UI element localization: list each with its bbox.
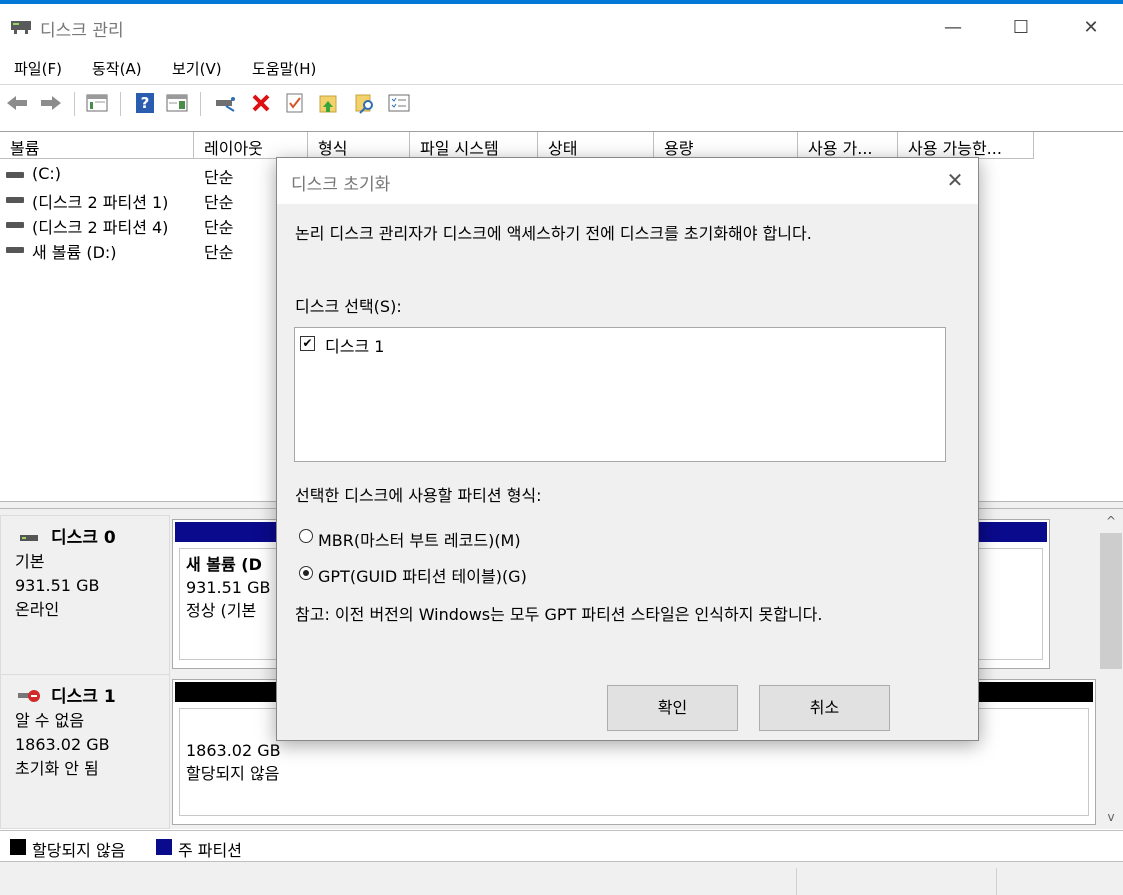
help-icon[interactable]: ? xyxy=(134,92,156,114)
menu-view[interactable]: 보기(V) xyxy=(172,58,222,79)
dialog-title: 디스크 초기화 xyxy=(291,175,391,195)
maximize-button[interactable]: ☐ xyxy=(998,8,1044,48)
disk-0-status: 온라인 xyxy=(15,600,60,619)
menu-help[interactable]: 도움말(H) xyxy=(252,58,316,79)
gpt-option-label[interactable]: GPT(GUID 파티션 테이블)(G) xyxy=(318,563,527,587)
legend-bar: 할당되지 않음 주 파티션 xyxy=(0,830,1123,862)
status-bar xyxy=(0,862,1123,895)
disk-management-app-icon xyxy=(11,21,31,34)
gpt-compatibility-note: 참고: 이전 버전의 Windows는 모두 GPT 파티션 스타일은 인식하지… xyxy=(295,605,823,624)
console-tree-icon[interactable] xyxy=(86,92,108,114)
volume-row[interactable]: (디스크 2 파티션 1) 단순 xyxy=(0,187,280,212)
volume-name: (디스크 2 파티션 4) xyxy=(32,218,169,237)
disk-0-size: 931.51 GB xyxy=(15,576,100,595)
volume-layout: 단순 xyxy=(204,243,234,262)
legend-unallocated-label: 할당되지 않음 xyxy=(32,841,126,860)
dialog-intro-text: 논리 디스크 관리자가 디스크에 액세스하기 전에 디스크를 초기화해야 합니다… xyxy=(295,224,812,243)
menu-divider xyxy=(0,84,1123,85)
volume-name: 새 볼륨 (D:) xyxy=(32,243,117,262)
disk-0-label[interactable]: 디스크 0 기본 931.51 GB 온라인 xyxy=(0,515,170,675)
connect-drive-icon[interactable] xyxy=(214,92,236,114)
mbr-option-label[interactable]: MBR(마스터 부트 레코드)(M) xyxy=(318,527,521,551)
toolbar-separator xyxy=(120,92,121,116)
drive-icon xyxy=(6,197,24,203)
gpt-radio-button[interactable] xyxy=(299,566,313,580)
delete-icon[interactable] xyxy=(250,92,272,114)
volume-row[interactable]: (C:) 단순 xyxy=(0,162,280,187)
window-title: 디스크 관리 xyxy=(40,21,124,41)
mbr-radio-button[interactable] xyxy=(299,529,313,543)
status-divider xyxy=(996,868,997,895)
partition-size: 1863.02 GB xyxy=(186,741,281,760)
minimize-button[interactable]: — xyxy=(930,8,976,48)
ok-button[interactable]: 확인 xyxy=(607,685,738,731)
disk-1-type: 알 수 없음 xyxy=(15,711,85,730)
volume-name: (디스크 2 파티션 1) xyxy=(32,193,169,212)
status-divider xyxy=(796,868,797,895)
disk-0-type: 기본 xyxy=(15,552,45,571)
disk-error-icon xyxy=(18,690,40,702)
disk-1-name: 디스크 1 xyxy=(51,687,116,707)
volume-row[interactable]: 새 볼륨 (D:) 단순 xyxy=(0,237,280,262)
forward-arrow-icon[interactable] xyxy=(40,92,62,114)
volume-name: (C:) xyxy=(32,164,62,183)
menu-action[interactable]: 동작(A) xyxy=(92,58,142,79)
volume-layout: 단순 xyxy=(204,168,234,187)
disk-1-status: 초기화 안 됨 xyxy=(15,759,99,778)
legend-primary-label: 주 파티션 xyxy=(178,841,242,860)
drive-icon xyxy=(6,172,24,178)
cancel-button[interactable]: 취소 xyxy=(759,685,890,731)
dialog-close-button[interactable]: ✕ xyxy=(941,166,969,194)
toolbar-separator xyxy=(200,92,201,116)
initialize-disk-dialog: 디스크 초기화 ✕ 논리 디스크 관리자가 디스크에 액세스하기 전에 디스크를… xyxy=(276,157,979,741)
column-header-type[interactable]: 형식 xyxy=(308,132,410,159)
menu-bar: 파일(F) 동작(A) 보기(V) 도움말(H) xyxy=(0,52,1123,82)
volume-layout: 단순 xyxy=(204,193,234,212)
column-header-capacity[interactable]: 용량 xyxy=(654,132,798,159)
disk-0-name-row: 디스크 0 xyxy=(15,526,169,550)
disk-1-checkbox[interactable]: ✔ xyxy=(300,336,315,351)
column-header-percent-free[interactable]: 사용 가능한... xyxy=(898,132,1034,159)
select-disk-label: 디스크 선택(S): xyxy=(295,297,402,316)
back-arrow-icon[interactable] xyxy=(6,92,28,114)
column-header-free-space[interactable]: 사용 가... xyxy=(798,132,898,159)
volume-layout: 단순 xyxy=(204,218,234,237)
close-button[interactable]: ✕ xyxy=(1068,8,1114,48)
dialog-title-bar: 디스크 초기화 ✕ xyxy=(277,158,978,204)
disk-icon xyxy=(20,535,38,541)
scrollbar-thumb[interactable] xyxy=(1100,533,1122,669)
svg-text:?: ? xyxy=(141,94,150,112)
folder-search-icon[interactable] xyxy=(354,92,376,114)
disk-select-list[interactable]: ✔ 디스크 1 xyxy=(294,327,946,462)
disk-1-size: 1863.02 GB xyxy=(15,735,110,754)
show-pane-icon[interactable] xyxy=(166,92,188,114)
list-view-icon[interactable] xyxy=(388,92,410,114)
column-header-layout[interactable]: 레이아웃 xyxy=(194,132,308,159)
drive-icon xyxy=(6,222,24,228)
drive-icon xyxy=(6,247,24,253)
scroll-down-arrow-icon[interactable]: v xyxy=(1099,807,1123,827)
column-header-file-system[interactable]: 파일 시스템 xyxy=(410,132,538,159)
vertical-scrollbar[interactable]: ^ v xyxy=(1099,509,1123,829)
column-header-volume[interactable]: 볼륨 xyxy=(0,132,194,159)
legend-unallocated-swatch xyxy=(10,839,26,855)
scroll-up-arrow-icon[interactable]: ^ xyxy=(1099,511,1123,531)
title-bar: 디스크 관리 — ☐ ✕ xyxy=(0,4,1123,48)
column-header-status[interactable]: 상태 xyxy=(538,132,654,159)
toolbar: ? xyxy=(0,86,1123,120)
volume-row[interactable]: (디스크 2 파티션 4) 단순 xyxy=(0,212,280,237)
menu-file[interactable]: 파일(F) xyxy=(14,58,62,79)
disk-0-name: 디스크 0 xyxy=(51,528,116,548)
toolbar-separator xyxy=(74,92,75,116)
properties-icon[interactable] xyxy=(284,92,306,114)
disk-1-checkbox-label[interactable]: 디스크 1 xyxy=(325,333,384,357)
disk-1-label[interactable]: 디스크 1 알 수 없음 1863.02 GB 초기화 안 됨 xyxy=(0,674,170,829)
partition-status: 할당되지 않음 xyxy=(186,764,280,783)
folder-up-icon[interactable] xyxy=(318,92,340,114)
legend-primary-swatch xyxy=(156,839,172,855)
partition-style-label: 선택한 디스크에 사용할 파티션 형식: xyxy=(295,486,542,505)
disk-1-name-row: 디스크 1 xyxy=(15,685,169,709)
